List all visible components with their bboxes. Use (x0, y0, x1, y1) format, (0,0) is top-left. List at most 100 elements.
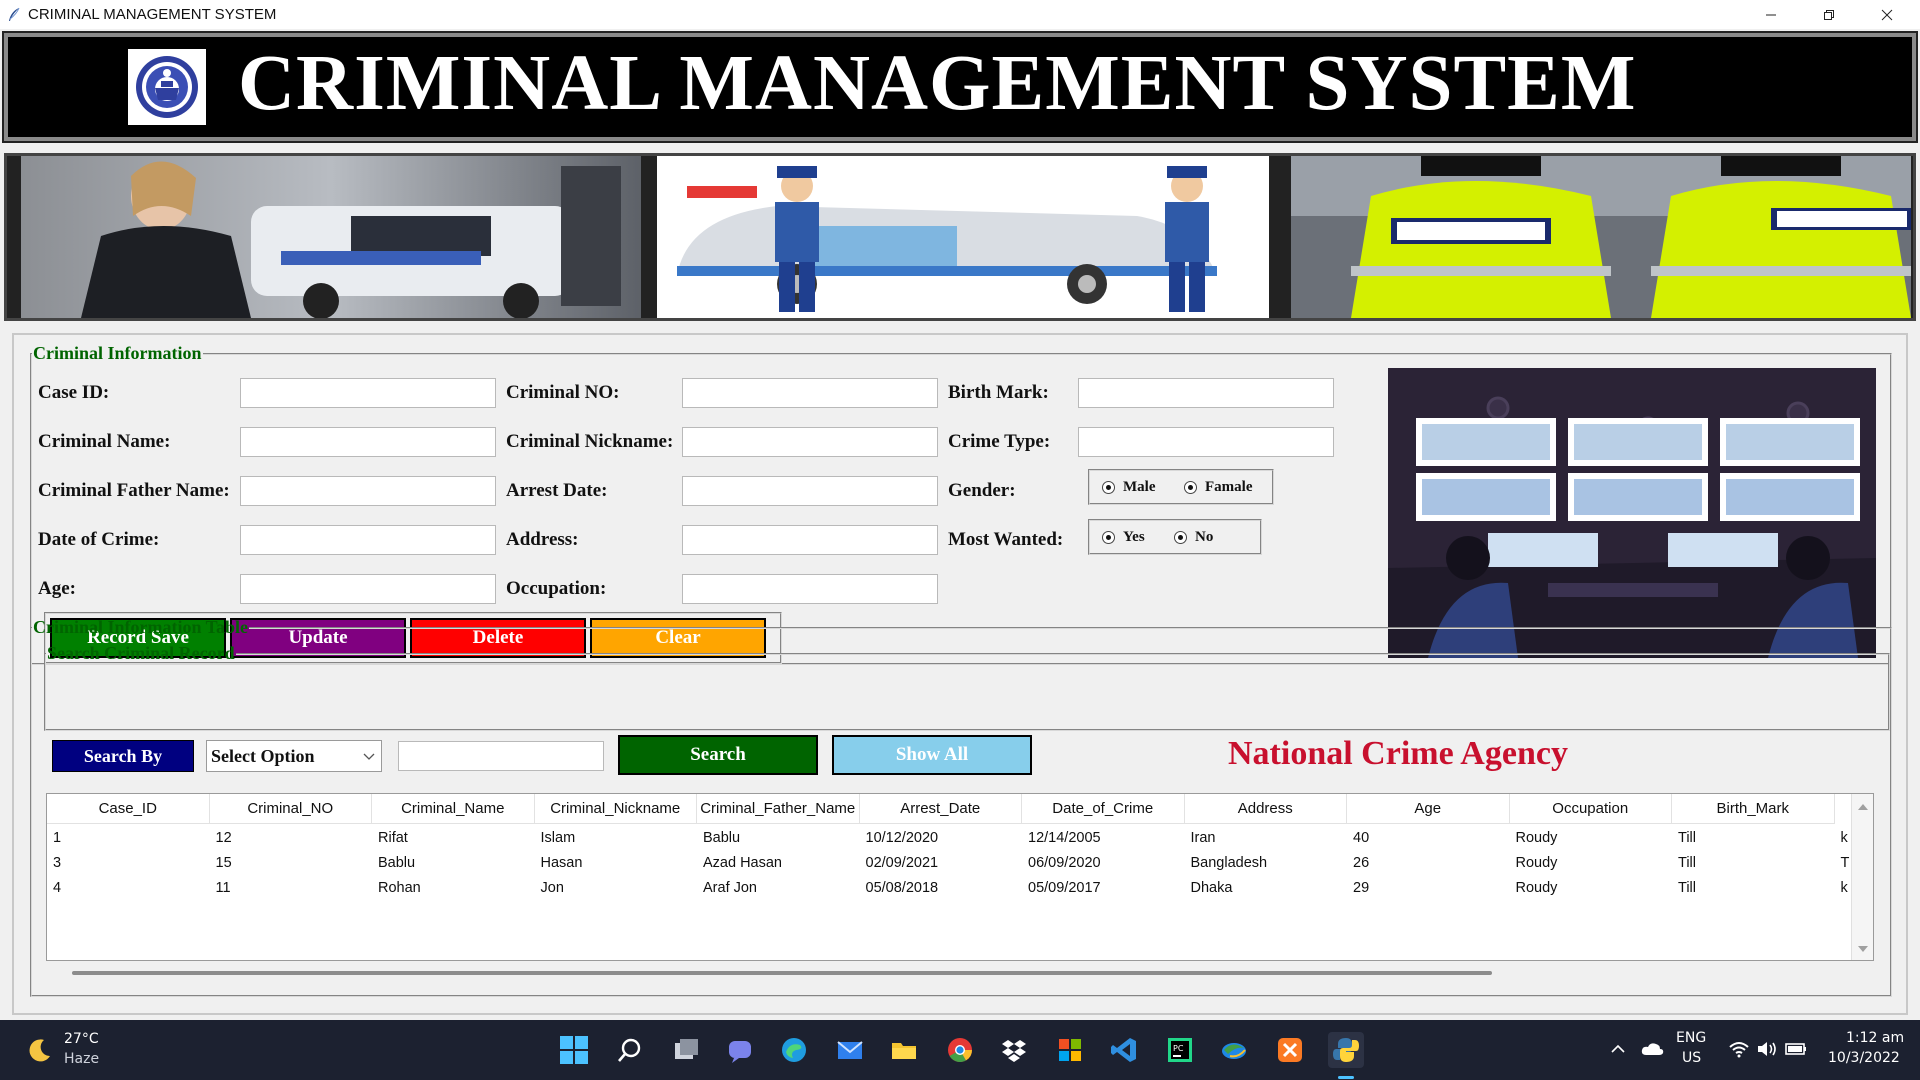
crime-type-input[interactable] (1078, 427, 1334, 457)
chevron-up-icon[interactable] (1610, 1042, 1626, 1056)
address-input[interactable] (682, 525, 938, 555)
column-header[interactable]: Arrest_Date (859, 794, 1022, 824)
close-button[interactable] (1858, 0, 1916, 29)
table-cell: Rifat (378, 829, 408, 846)
most-wanted-no-radio[interactable]: No (1174, 529, 1213, 546)
age-input[interactable] (240, 574, 496, 604)
gender-female-radio[interactable]: Famale (1184, 479, 1252, 496)
horizontal-scrollbar[interactable] (42, 965, 1872, 981)
column-header[interactable]: Birth_Mark (1672, 794, 1835, 824)
main-panel: Criminal Information Case ID: Criminal N… (12, 333, 1908, 1015)
mail-button[interactable] (832, 1032, 868, 1068)
window-title: CRIMINAL MANAGEMENT SYSTEM (28, 6, 277, 23)
scroll-down-icon[interactable] (1857, 944, 1869, 954)
column-header[interactable]: Address (1184, 794, 1347, 824)
xampp-button[interactable] (1272, 1032, 1308, 1068)
search-button[interactable]: Search (618, 735, 818, 775)
column-header[interactable]: Case_ID (47, 794, 210, 824)
police-vest-photo (1291, 156, 1911, 318)
gender-male-radio[interactable]: Male (1102, 479, 1155, 496)
task-view-icon (675, 1039, 698, 1059)
table-row[interactable]: 4 11 Rohan Jon Araf Jon 05/08/2018 05/09/2017 D… (47, 875, 1865, 900)
criminal-nickname-input[interactable] (682, 427, 938, 457)
case-id-input[interactable] (240, 378, 496, 408)
svg-text:PC: PC (1173, 1044, 1184, 1053)
scroll-up-icon[interactable] (1857, 802, 1869, 812)
table-cell: Till (1678, 854, 1696, 871)
taskbar: 27°C Haze PC ENG US 1:12 am 10/3/2022 (0, 1020, 1920, 1080)
edge-browser-button[interactable] (776, 1032, 812, 1068)
table-row[interactable]: 1 12 Rifat Islam Bablu 10/12/2020 12/14/2005 Ir… (47, 825, 1865, 850)
column-header[interactable]: Age (1347, 794, 1510, 824)
vscode-button[interactable] (1106, 1032, 1142, 1068)
region-indicator[interactable]: US (1682, 1050, 1701, 1066)
police-photo-strip (4, 153, 1916, 321)
microsoft-store-button[interactable] (1052, 1032, 1088, 1068)
table-body: 1 12 Rifat Islam Bablu 10/12/2020 12/14/2005 Ir… (47, 825, 1865, 900)
table-cell: 05/09/2017 (1028, 879, 1101, 896)
criminal-name-input[interactable] (240, 427, 496, 457)
search-by-label: Search By (52, 740, 194, 772)
father-name-input[interactable] (240, 476, 496, 506)
wifi-icon[interactable] (1728, 1040, 1750, 1058)
task-view-button[interactable] (668, 1032, 704, 1068)
column-header[interactable]: Criminal_Name (372, 794, 535, 824)
search-record-frame: Search Criminal Record (44, 643, 1890, 731)
mail-icon (837, 1041, 863, 1059)
criminal-no-input[interactable] (682, 378, 938, 408)
column-header[interactable]: Occupation (1509, 794, 1672, 824)
battery-icon[interactable] (1784, 1040, 1808, 1058)
column-header[interactable]: Criminal_Nickname (534, 794, 697, 824)
table-cell: Araf Jon (703, 879, 757, 896)
show-all-button[interactable]: Show All (832, 735, 1032, 775)
column-header[interactable]: Criminal_NO (209, 794, 372, 824)
table-cell: 11 (215, 879, 231, 896)
minimize-icon (1766, 14, 1776, 15)
globe-app-button[interactable] (1216, 1032, 1252, 1068)
onedrive-cloud-icon[interactable] (1640, 1040, 1664, 1058)
teams-chat-button[interactable] (722, 1032, 758, 1068)
dropbox-button[interactable] (996, 1032, 1032, 1068)
chrome-browser-icon (948, 1038, 972, 1063)
radio-dot-icon (1174, 531, 1187, 544)
table-cell: 29 (1353, 879, 1370, 896)
python-app-button[interactable] (1328, 1032, 1364, 1068)
folder-icon (892, 1043, 916, 1059)
column-header[interactable]: Criminal_Father_Name (697, 794, 860, 824)
gender-female-label: Famale (1205, 479, 1253, 495)
vertical-scrollbar[interactable] (1851, 794, 1873, 960)
clock-date[interactable]: 10/3/2022 (1828, 1050, 1900, 1066)
table-row[interactable]: 3 15 Bablu Hasan Azad Hasan 02/09/2021 06/09/2… (47, 850, 1865, 875)
pycharm-button[interactable]: PC (1162, 1032, 1198, 1068)
clock-time[interactable]: 1:12 am (1846, 1030, 1904, 1046)
file-explorer-button[interactable] (886, 1032, 922, 1068)
criminal-table-legend: Criminal Information Table (33, 617, 249, 637)
start-button[interactable] (556, 1032, 592, 1068)
table-cell: Bablu (703, 829, 741, 846)
most-wanted-yes-radio[interactable]: Yes (1102, 529, 1145, 546)
most-wanted-radio-group: Yes No (1088, 519, 1262, 555)
taskbar-search-button[interactable] (612, 1032, 648, 1068)
criminal-name-label: Criminal Name: (38, 431, 171, 452)
restore-button[interactable] (1800, 0, 1858, 29)
feather-icon (9, 7, 20, 21)
volume-icon[interactable] (1756, 1040, 1778, 1058)
chrome-browser-button[interactable] (942, 1032, 978, 1068)
column-header[interactable]: Date_of_Crime (1022, 794, 1185, 824)
pycharm-icon: PC (1168, 1038, 1192, 1062)
birth-mark-input[interactable] (1078, 378, 1334, 408)
arrest-date-input[interactable] (682, 476, 938, 506)
teams-chat-icon (729, 1041, 751, 1063)
table-cell: 10/12/2020 (865, 829, 939, 846)
table-cell: 40 (1353, 829, 1370, 846)
occupation-input[interactable] (682, 574, 938, 604)
search-option-select[interactable]: Select Option (206, 740, 382, 772)
table-cell: Till (1678, 879, 1696, 896)
language-indicator[interactable]: ENG (1676, 1030, 1706, 1046)
minimize-button[interactable] (1742, 0, 1800, 29)
date-of-crime-input[interactable] (240, 525, 496, 555)
table-cell: 02/09/2021 (865, 854, 939, 871)
horizontal-scroll-thumb[interactable] (72, 971, 1492, 975)
criminal-records-table[interactable]: Case_ID Criminal_NO Criminal_Name Criminal_… (46, 793, 1874, 961)
search-text-input[interactable] (398, 741, 604, 771)
